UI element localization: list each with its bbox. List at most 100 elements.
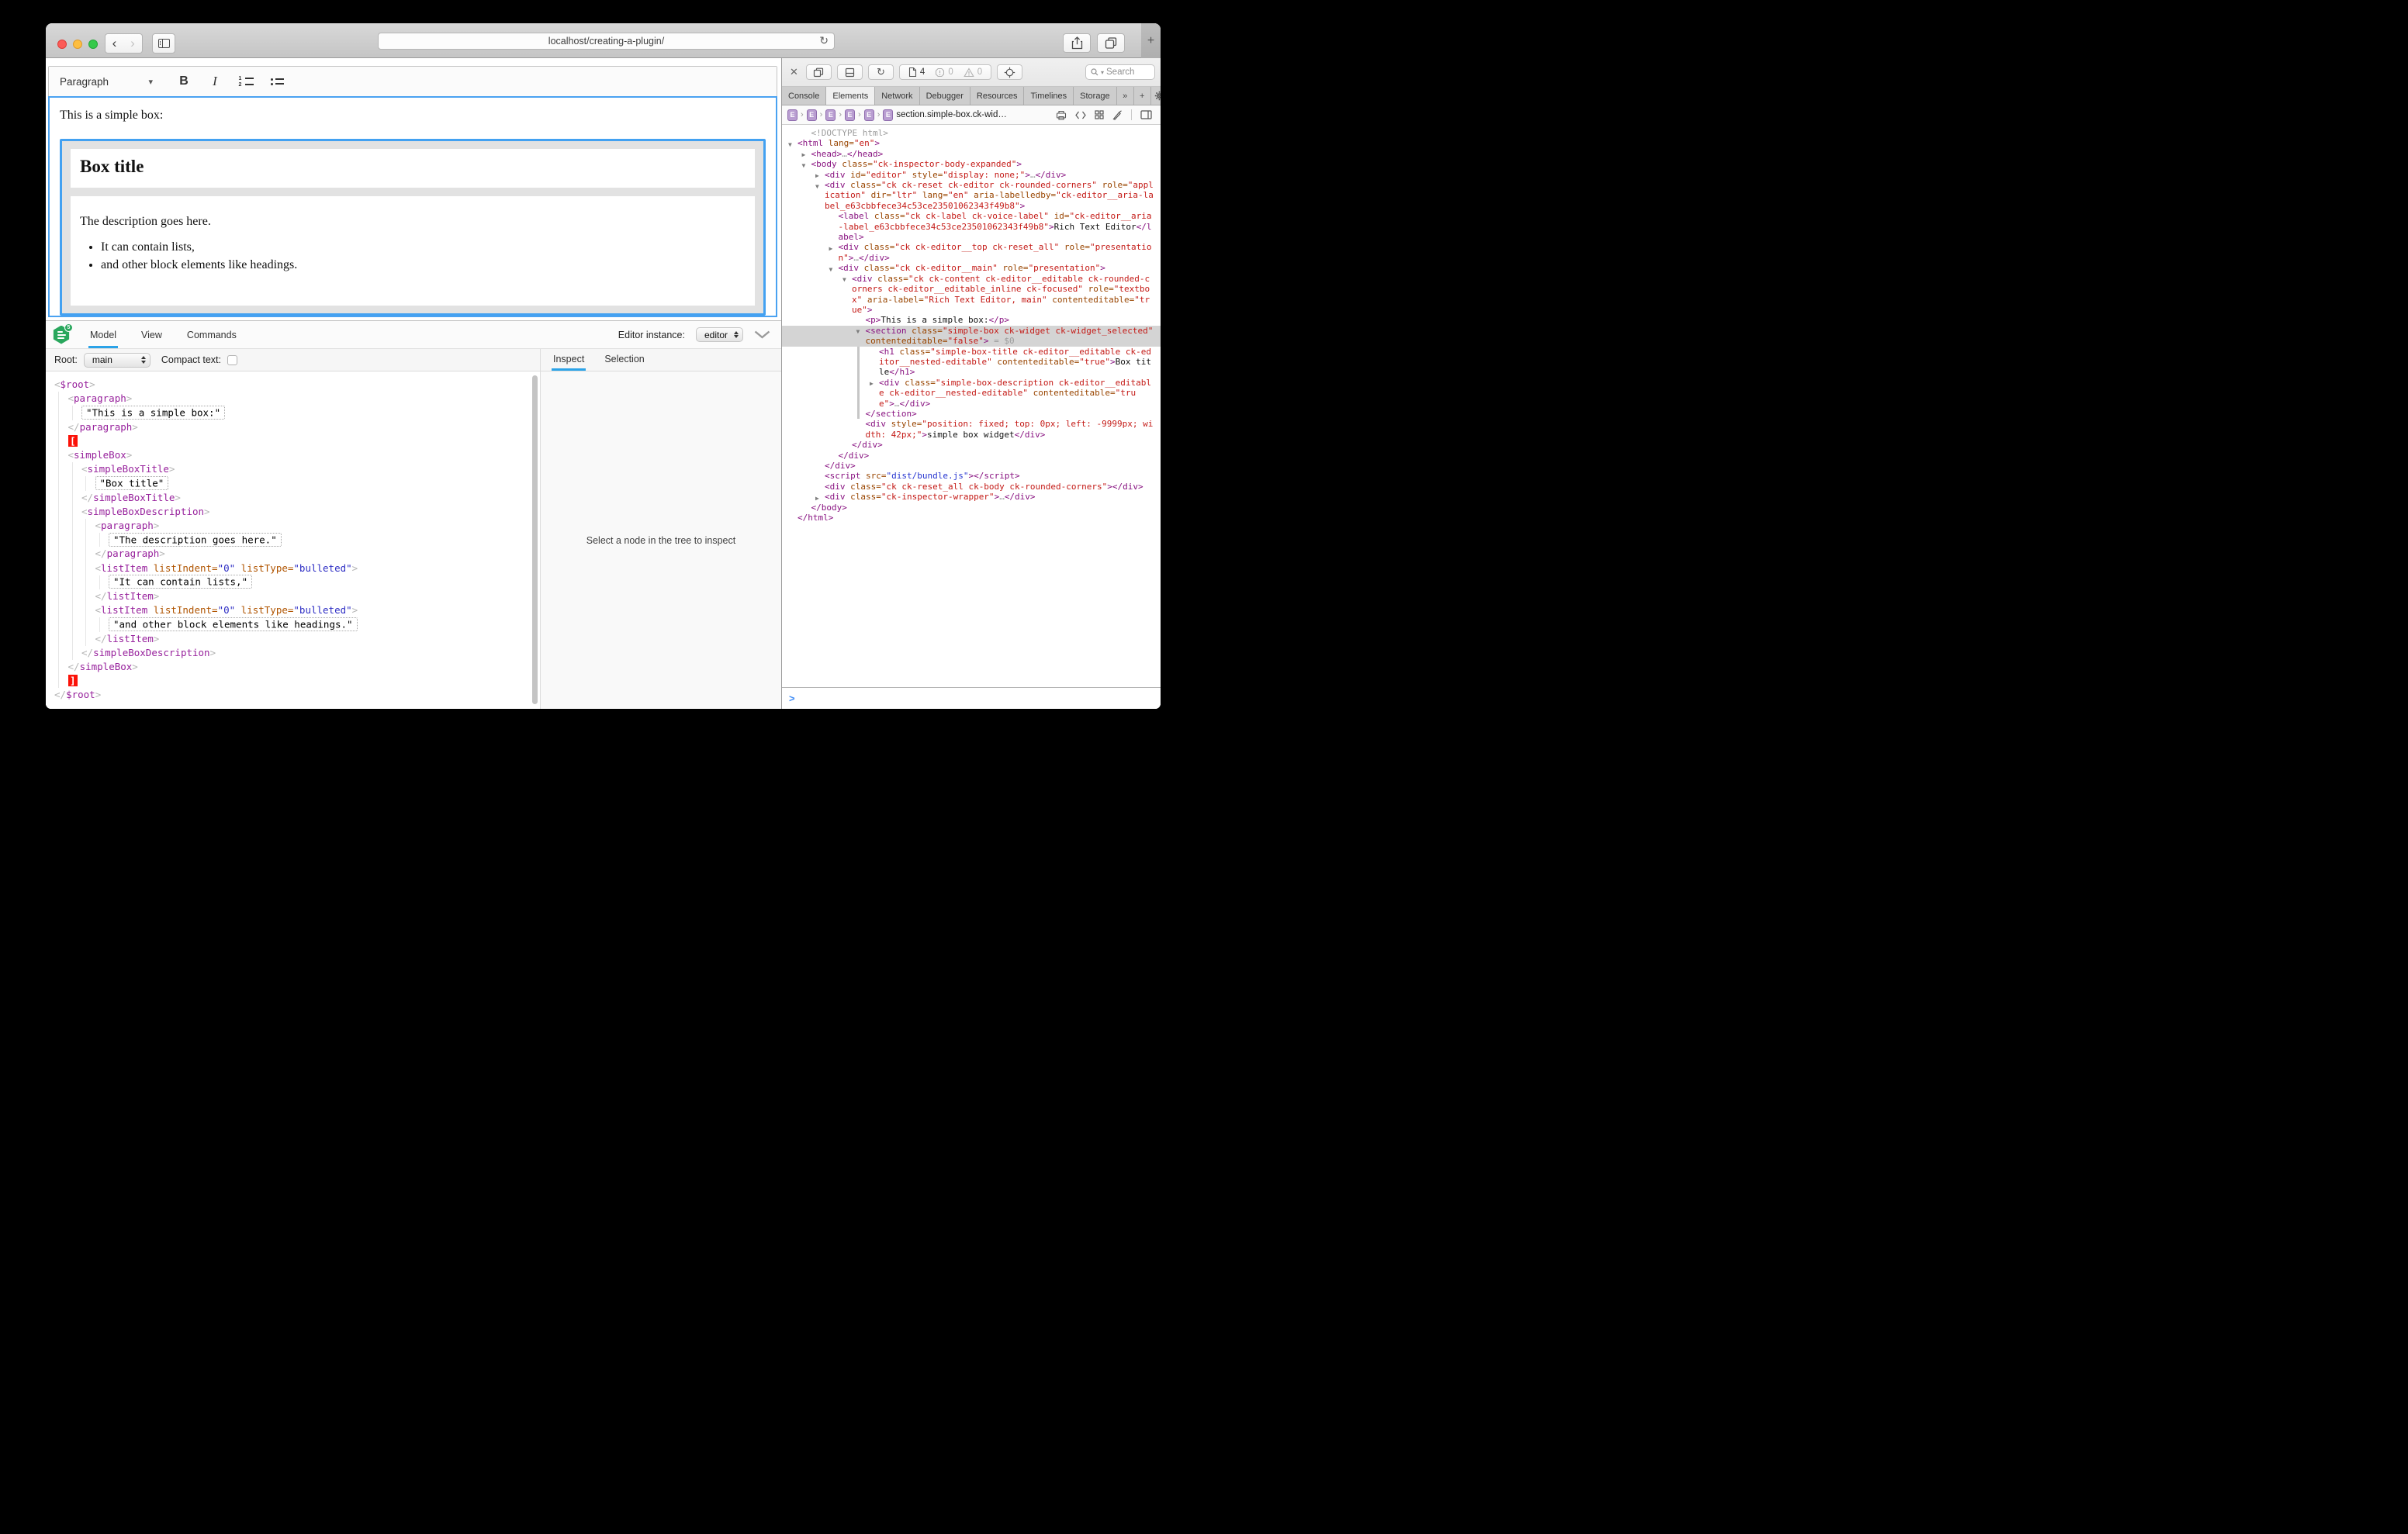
intro-paragraph[interactable]: This is a simple box:	[60, 109, 766, 123]
tab-commands[interactable]: Commands	[185, 321, 238, 348]
details-sidebar-icon[interactable]	[1140, 110, 1152, 119]
list-item[interactable]: and other block elements like headings.	[101, 258, 746, 272]
sidebar-button[interactable]	[152, 33, 175, 54]
simple-box-title[interactable]: Box title	[71, 149, 755, 188]
model-tree-node[interactable]: <$root>	[46, 378, 540, 392]
model-tree-node[interactable]: "This is a simple box:"	[46, 406, 540, 420]
share-button[interactable]	[1063, 33, 1091, 53]
element-crumb[interactable]: E	[864, 109, 874, 121]
element-crumb[interactable]: E	[883, 109, 893, 121]
expanded-triangle-icon[interactable]: ▼	[815, 181, 819, 192]
dom-tree-node[interactable]: </html>	[782, 513, 1161, 523]
tab-timelines[interactable]: Timelines	[1024, 87, 1074, 105]
dom-tree-node[interactable]: ▶<head>…</head>	[782, 149, 1161, 159]
model-tree-node[interactable]: ]	[46, 674, 540, 688]
model-tree-node[interactable]: <paragraph>	[46, 392, 540, 406]
tab-resources[interactable]: Resources	[970, 87, 1025, 105]
list-item[interactable]: It can contain lists,	[101, 240, 746, 254]
grid-icon[interactable]	[1095, 110, 1104, 119]
collapsed-triangle-icon[interactable]: ▶	[829, 244, 833, 254]
model-tree-node[interactable]: <listItem listIndent="0" listType="bulle…	[46, 603, 540, 617]
styles-brush-icon[interactable]	[1112, 110, 1123, 120]
model-tree-node[interactable]: </simpleBoxTitle>	[46, 491, 540, 505]
dom-tree-node[interactable]: </section>	[782, 409, 1161, 419]
tab-debugger[interactable]: Debugger	[920, 87, 970, 105]
dom-tree-node[interactable]: <h1 class="simple-box-title ck-editor__e…	[782, 347, 1161, 378]
model-tree-node[interactable]: <listItem listIndent="0" listType="bulle…	[46, 561, 540, 575]
model-tree-node[interactable]: "and other block elements like headings.…	[46, 617, 540, 631]
simple-box-description[interactable]: The description goes here. It can contai…	[71, 196, 755, 306]
dom-tree-node[interactable]: ▼<html lang="en">	[782, 138, 1161, 148]
model-tree-node[interactable]: [	[46, 434, 540, 448]
dom-tree-node[interactable]: </body>	[782, 503, 1161, 513]
tab-view[interactable]: View	[140, 321, 164, 348]
back-button[interactable]: ‹	[105, 33, 124, 54]
element-crumb[interactable]: E	[825, 109, 836, 121]
tab-overflow-button[interactable]: »	[1117, 87, 1134, 105]
dock-bottom-button[interactable]	[837, 64, 863, 80]
model-tree-node[interactable]: </simpleBoxDescription>	[46, 646, 540, 660]
address-bar[interactable]: localhost/creating-a-plugin/ ↻	[378, 33, 835, 50]
dom-tree-node[interactable]: ▼<body class="ck-inspector-body-expanded…	[782, 159, 1161, 169]
expanded-triangle-icon[interactable]: ▼	[856, 326, 860, 337]
element-crumb[interactable]: E	[807, 109, 817, 121]
paragraph-dropdown[interactable]: Paragraph ▾	[60, 76, 153, 88]
tab-inspect[interactable]: Inspect	[552, 354, 586, 371]
detach-devtools-button[interactable]	[806, 64, 832, 80]
model-tree-node[interactable]: "The description goes here."	[46, 533, 540, 547]
editor-editable-area[interactable]: This is a simple box: Box title The desc…	[48, 96, 777, 317]
root-select[interactable]: main	[84, 353, 150, 368]
dom-tree-node[interactable]: ▼<section class="simple-box ck-widget ck…	[782, 326, 1161, 347]
activity-summary[interactable]: 4 0	[899, 64, 991, 80]
box-title-text[interactable]: Box title	[80, 157, 746, 177]
model-tree-node[interactable]: <simpleBox>	[46, 448, 540, 462]
breadcrumb-current[interactable]: section.simple-box.ck-wid…	[896, 110, 1007, 119]
model-tree-node[interactable]: <simpleBoxDescription>	[46, 505, 540, 519]
collapsed-triangle-icon[interactable]: ▶	[870, 378, 874, 389]
bulleted-list-button[interactable]	[265, 71, 289, 92]
element-crumb[interactable]: E	[845, 109, 855, 121]
quick-console[interactable]: >	[782, 687, 1161, 709]
tab-storage[interactable]: Storage	[1074, 87, 1117, 105]
devtools-settings-button[interactable]	[1151, 87, 1161, 105]
model-tree-node[interactable]: </simpleBox>	[46, 660, 540, 674]
devtools-reload-button[interactable]: ↻	[868, 64, 894, 80]
close-devtools-button[interactable]: ✕	[787, 66, 801, 78]
model-tree-node[interactable]: <simpleBoxTitle>	[46, 462, 540, 476]
simple-box-widget[interactable]: Box title The description goes here. It …	[60, 139, 766, 316]
code-brackets-icon[interactable]	[1075, 111, 1086, 119]
model-tree-node[interactable]: </listItem>	[46, 632, 540, 646]
dom-tree-node[interactable]: </div>	[782, 451, 1161, 461]
dom-tree-node[interactable]: ▶<div class="ck ck-editor__top ck-reset_…	[782, 242, 1161, 263]
model-tree-node[interactable]: "Box title"	[46, 476, 540, 490]
forward-button[interactable]: ›	[123, 33, 143, 54]
numbered-list-button[interactable]: 1 2	[234, 71, 258, 92]
bold-button[interactable]: B	[171, 71, 196, 92]
italic-button[interactable]: I	[202, 71, 227, 92]
dom-tree-node[interactable]: <div class="ck ck-reset_all ck-body ck-r…	[782, 482, 1161, 492]
dom-tree-node[interactable]: ▼<div class="ck ck-editor__main" role="p…	[782, 263, 1161, 273]
tab-overview-button[interactable]	[1097, 33, 1125, 53]
model-tree-node[interactable]: <paragraph>	[46, 519, 540, 533]
dom-tree-node[interactable]: <!DOCTYPE html>	[782, 128, 1161, 138]
devtools-search-field[interactable]: ▾ Search	[1085, 64, 1155, 80]
dom-tree-node[interactable]: ▼<div class="ck ck-reset ck-editor ck-ro…	[782, 180, 1161, 211]
model-tree-node[interactable]: "It can contain lists,"	[46, 575, 540, 589]
zoom-window-button[interactable]	[88, 40, 98, 49]
element-picker-button[interactable]	[997, 64, 1022, 80]
tab-network[interactable]: Network	[875, 87, 919, 105]
description-text[interactable]: The description goes here.	[80, 215, 746, 229]
dom-tree-node[interactable]: ▶<div id="editor" style="display: none;"…	[782, 170, 1161, 180]
dom-tree-node[interactable]: </div>	[782, 461, 1161, 471]
collapse-inspector-icon[interactable]	[754, 330, 770, 339]
minimize-window-button[interactable]	[73, 40, 82, 49]
tab-model[interactable]: Model	[88, 321, 118, 348]
model-tree-node[interactable]: </listItem>	[46, 589, 540, 603]
close-window-button[interactable]	[57, 40, 67, 49]
compact-text-checkbox[interactable]	[227, 355, 237, 365]
dom-tree-node[interactable]: ▼<div class="ck ck-content ck-editor__ed…	[782, 274, 1161, 316]
model-tree-node[interactable]: </paragraph>	[46, 547, 540, 561]
new-tab-button[interactable]: +	[1141, 23, 1161, 58]
dom-tree-node[interactable]: <p>This is a simple box:</p>	[782, 315, 1161, 325]
print-icon[interactable]	[1056, 110, 1067, 120]
